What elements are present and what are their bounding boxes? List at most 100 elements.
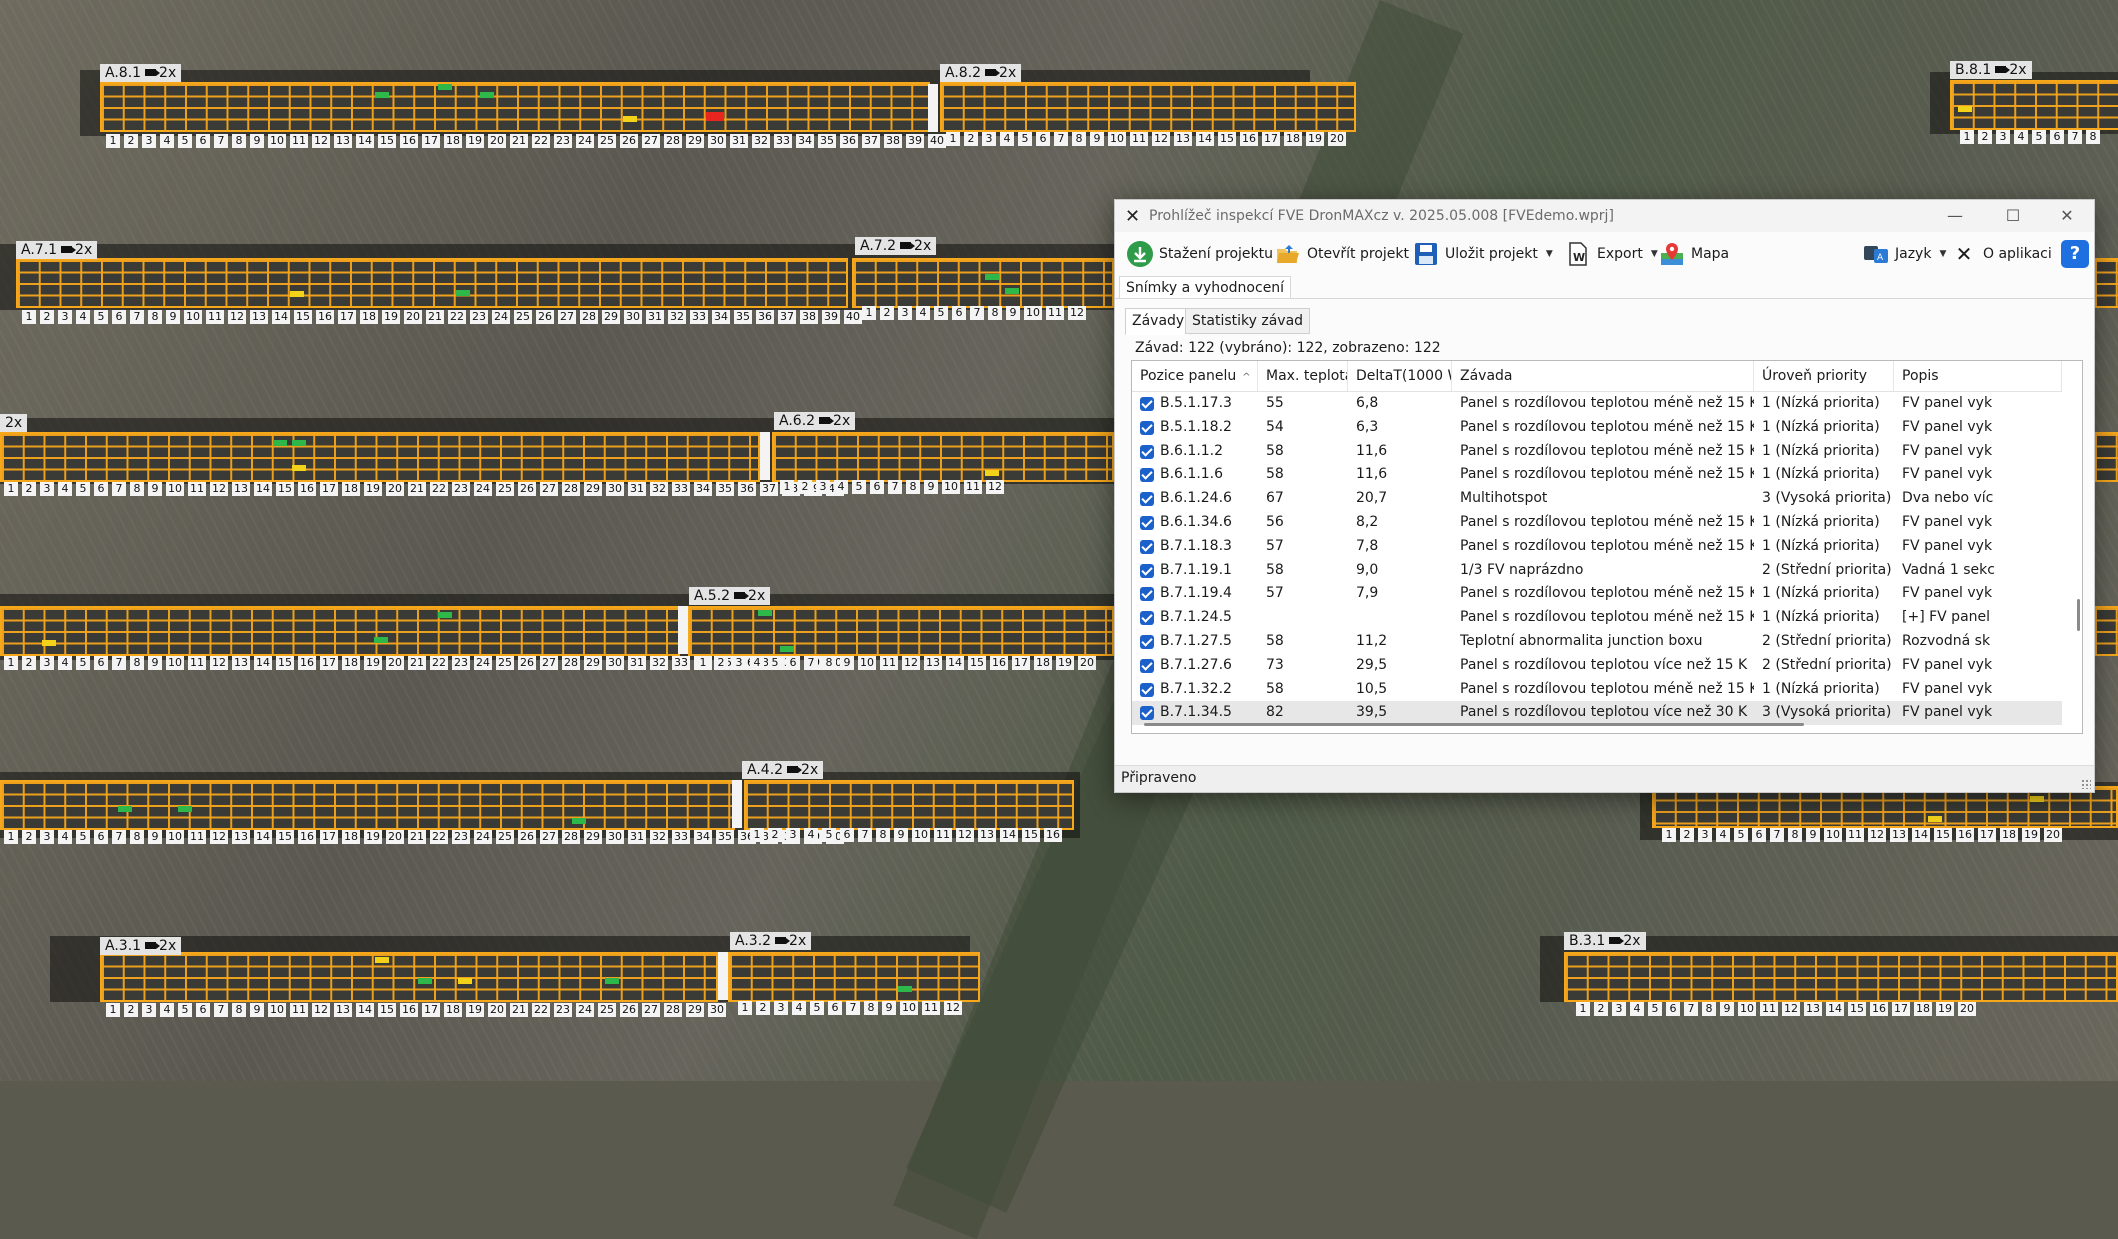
chevron-down-icon[interactable]: ▼ (1939, 249, 1946, 259)
defect-marker[interactable] (375, 92, 389, 98)
tab-defect-statistics[interactable]: Statistiky závad (1185, 308, 1311, 334)
defect-marker[interactable] (456, 290, 470, 296)
table-row[interactable]: B.7.1.24.5 Panel s rozdílovou teplotou mé… (1132, 606, 2062, 630)
panel-array-a61[interactable] (0, 432, 760, 482)
array-label[interactable]: A.3.1 2x (100, 937, 182, 955)
array-label[interactable]: A.8.1 2x (100, 64, 182, 82)
column-header-description[interactable]: Popis (1894, 361, 2062, 391)
panel-array-b31[interactable] (1564, 952, 2118, 1002)
panel-array-a51[interactable] (0, 606, 680, 656)
panel-array-a31[interactable] (100, 952, 718, 1002)
table-row[interactable]: B.7.1.27.5 58 11,2 Teplotní abnormalita jun… (1132, 630, 2062, 654)
map-button[interactable]: Mapa (1659, 239, 1729, 269)
table-row[interactable]: B.7.1.27.6 73 29,5 Panel s rozdílovou teplo… (1132, 654, 2062, 678)
panel-array-a82[interactable] (940, 82, 1356, 132)
column-header-position[interactable]: Pozice panelu ^ (1132, 361, 1258, 391)
open-project-button[interactable]: Otevřít projekt (1275, 239, 1409, 269)
panel-array-a72[interactable] (852, 258, 1114, 308)
array-label[interactable]: A.4.2 2x (742, 761, 824, 779)
panel-array-a41[interactable] (0, 780, 735, 830)
panel-array-b71[interactable] (2093, 258, 2118, 308)
defect-marker[interactable] (758, 610, 772, 616)
table-row[interactable]: B.7.1.32.2 58 10,5 Panel s rozdílovou teplo… (1132, 678, 2062, 702)
array-label[interactable]: A.5.2 2x (689, 587, 771, 605)
defect-marker[interactable] (42, 640, 56, 646)
table-row[interactable]: B.5.1.18.2 54 6,3 Panel s rozdílovou teplot… (1132, 416, 2062, 440)
defect-marker[interactable] (273, 440, 287, 446)
defect-marker[interactable] (480, 92, 494, 98)
column-header-max-temp[interactable]: Max. teplota °C (1258, 361, 1348, 391)
panel-array-b81[interactable] (1950, 80, 2118, 130)
table-row[interactable]: B.7.1.19.1 58 9,0 1/3 FV naprázdno 2 (Středn… (1132, 559, 2062, 583)
tab-images-and-evaluation[interactable]: Snímky a vyhodnocení (1119, 276, 1292, 299)
array-label[interactable]: B.8.1 2x (1950, 61, 2032, 79)
defect-marker[interactable] (290, 291, 304, 297)
defect-marker[interactable] (780, 646, 794, 652)
panel-array-a71[interactable] (16, 258, 848, 308)
table-row[interactable]: B.7.1.34.5 82 39,5 Panel s rozdílovou teplo… (1132, 701, 2062, 726)
download-project-button[interactable]: Stažení projektu (1127, 239, 1273, 269)
table-row[interactable]: B.5.1.17.3 55 6,8 Panel s rozdílovou teplot… (1132, 392, 2062, 416)
array-label[interactable]: A.7.1 2x (16, 241, 98, 259)
defect-marker[interactable] (1928, 816, 1942, 822)
resize-grip-icon[interactable] (2081, 779, 2091, 789)
defect-marker[interactable] (438, 612, 452, 618)
help-button[interactable]: ? (2061, 239, 2089, 269)
panel-array-a62[interactable] (772, 432, 1114, 482)
defect-marker[interactable] (605, 978, 619, 984)
app-window[interactable]: ✕ Prohlížeč inspekcí FVE DronMAXcz v. 20… (1114, 199, 2095, 793)
column-header-defect[interactable]: Závada (1452, 361, 1754, 391)
tab-defects[interactable]: Závady (1125, 308, 1192, 335)
horizontal-scrollbar[interactable] (1144, 723, 1804, 726)
panel-array-a32[interactable] (728, 952, 980, 1002)
defect-marker[interactable] (418, 978, 432, 984)
language-button[interactable]: A Jazyk ▼ (1863, 239, 1946, 269)
array-label[interactable]: B.3.1 2x (1564, 932, 1646, 950)
table-row[interactable]: B.6.1.1.6 58 11,6 Panel s rozdílovou teplot… (1132, 463, 2062, 487)
about-button[interactable]: ✕ O aplikaci (1951, 239, 2052, 269)
defect-marker[interactable] (898, 986, 912, 992)
defect-marker[interactable] (1958, 106, 1972, 112)
defects-table[interactable]: Pozice panelu ^ Max. teplota °C DeltaT(10… (1131, 360, 2083, 734)
chevron-down-icon[interactable]: ▼ (1651, 249, 1658, 259)
column-header-priority[interactable]: Úroveň priority (1754, 361, 1894, 391)
defect-marker[interactable] (623, 116, 637, 122)
chevron-down-icon[interactable]: ▼ (1546, 249, 1553, 259)
array-label[interactable]: A.7.2 2x (855, 237, 937, 255)
panel-array-a42[interactable] (744, 780, 1074, 830)
export-button[interactable]: W Export ▼ (1565, 239, 1658, 269)
column-header-delta[interactable]: DeltaT(1000 W/m²) (1348, 361, 1452, 391)
panel-array-a52[interactable] (688, 606, 1114, 656)
defect-marker[interactable] (375, 957, 389, 963)
defect-marker[interactable] (985, 470, 999, 476)
array-label[interactable]: A.6.2 2x (774, 412, 856, 430)
array-label[interactable]: 2x (0, 414, 28, 432)
table-row[interactable]: B.6.1.34.6 56 8,2 Panel s rozdílovou teplot… (1132, 511, 2062, 535)
defect-marker[interactable] (438, 84, 452, 90)
panel-array-b61[interactable] (2093, 432, 2118, 482)
maximize-button[interactable]: ☐ (1990, 202, 2036, 230)
table-row[interactable]: B.7.1.19.4 57 7,9 Panel s rozdílovou teplot… (1132, 582, 2062, 606)
defect-marker[interactable] (292, 440, 306, 446)
save-project-button[interactable]: Uložit projekt ▼ (1413, 239, 1553, 269)
defect-marker[interactable] (118, 806, 132, 812)
defect-marker[interactable] (1005, 288, 1019, 294)
defect-marker[interactable] (374, 637, 388, 643)
defect-marker[interactable] (292, 465, 306, 471)
panel-array-a81[interactable] (100, 82, 930, 132)
defect-marker[interactable] (572, 818, 586, 824)
defect-marker[interactable] (2030, 796, 2044, 802)
array-label[interactable]: A.3.2 2x (730, 932, 812, 950)
defect-marker[interactable] (985, 274, 999, 280)
vertical-scrollbar[interactable] (2077, 599, 2080, 631)
close-button[interactable]: ✕ (2044, 202, 2090, 230)
title-bar[interactable]: ✕ Prohlížeč inspekcí FVE DronMAXcz v. 20… (1115, 200, 2094, 232)
panel-array-b51[interactable] (2093, 606, 2118, 656)
defect-marker[interactable] (178, 806, 192, 812)
defect-marker[interactable] (458, 978, 472, 984)
table-row[interactable]: B.6.1.24.6 67 20,7 Multihotspot 3 (Vysoká pr… (1132, 487, 2062, 511)
array-label[interactable]: A.8.2 2x (940, 64, 1022, 82)
minimize-button[interactable]: — (1932, 202, 1978, 230)
defect-marker[interactable] (706, 112, 724, 121)
table-row[interactable]: B.7.1.18.3 57 7,8 Panel s rozdílovou teplot… (1132, 535, 2062, 559)
